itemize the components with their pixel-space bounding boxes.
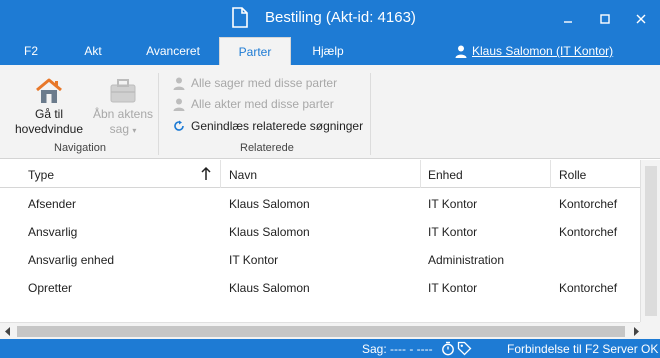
all-acts-button[interactable]: Alle akter med disse parter <box>173 95 334 113</box>
go-home-label-2: hovedvindue <box>14 122 84 136</box>
cell-type: Ansvarlig enhed <box>28 253 115 267</box>
close-icon <box>636 14 646 23</box>
column-header-rolle[interactable]: Rolle <box>559 160 586 188</box>
server-status: Forbindelse til F2 Server OK <box>507 342 659 356</box>
horizontal-scrollbar[interactable] <box>0 322 660 339</box>
menu-f2[interactable]: F2 <box>16 37 46 65</box>
status-bar: Sag: ---- - ---- Forbindelse til F2 Serv… <box>0 339 660 358</box>
cell-type: Opretter <box>28 281 73 295</box>
cell-rolle: Kontorchef <box>559 197 618 211</box>
go-home-label-1: Gå til <box>34 107 63 121</box>
open-case-button[interactable]: Åbn aktens sag ▾ <box>90 77 156 138</box>
vertical-scroll-thumb[interactable] <box>645 166 657 316</box>
reload-related-label: Genindlæs relaterede søgninger <box>191 119 364 133</box>
horizontal-scroll-thumb[interactable] <box>17 326 625 337</box>
table-row[interactable]: Ansvarlig Klaus Salomon IT Kontor Kontor… <box>0 218 640 246</box>
all-acts-label: Alle akter med disse parter <box>191 97 334 111</box>
go-home-button[interactable]: Gå til hovedvindue <box>10 77 88 137</box>
document-icon <box>232 7 248 28</box>
home-icon <box>36 78 62 103</box>
column-header-type[interactable]: Type <box>28 160 54 188</box>
scroll-left-icon[interactable] <box>3 326 13 337</box>
all-cases-label: Alle sager med disse parter <box>191 76 338 90</box>
column-divider[interactable] <box>550 160 551 188</box>
column-header-enhed[interactable]: Enhed <box>428 160 463 188</box>
open-case-label-2: sag ▾ <box>109 122 137 136</box>
refresh-icon <box>174 120 184 131</box>
close-button[interactable] <box>624 0 658 37</box>
sort-ascending-icon <box>201 166 211 180</box>
cell-navn: Klaus Salomon <box>229 281 310 295</box>
cell-navn: Klaus Salomon <box>229 197 310 211</box>
maximize-button[interactable] <box>588 0 622 37</box>
navigation-group-label: Navigation <box>54 142 106 154</box>
column-header-navn[interactable]: Navn <box>229 160 257 188</box>
cell-navn: Klaus Salomon <box>229 225 310 239</box>
cell-enhed: IT Kontor <box>428 281 478 295</box>
cell-enhed: IT Kontor <box>428 225 478 239</box>
related-group-label: Relaterede <box>240 142 294 154</box>
cell-type: Ansvarlig <box>28 225 78 239</box>
stopwatch-icon[interactable] <box>441 341 455 356</box>
user-name: Klaus Salomon (IT Kontor) <box>472 44 614 58</box>
table-row[interactable]: Afsender Klaus Salomon IT Kontor Kontorc… <box>0 190 640 218</box>
cell-enhed: IT Kontor <box>428 197 478 211</box>
tag-icon[interactable] <box>457 341 472 356</box>
briefcase-icon <box>110 79 136 103</box>
case-status: Sag: ---- - ---- <box>362 342 433 356</box>
group-separator <box>158 73 159 155</box>
table-row[interactable]: Ansvarlig enhed IT Kontor Administration <box>0 246 640 274</box>
vertical-scrollbar[interactable] <box>640 160 660 322</box>
person-icon <box>173 98 185 111</box>
parties-table: Type Navn Enhed Rolle Afsender Klaus Sal… <box>0 160 640 322</box>
window-title: Bestiling (Akt-id: 4163) <box>265 9 416 26</box>
group-separator <box>370 73 371 155</box>
menu-parter[interactable]: Parter <box>219 37 291 65</box>
title-bar: Bestiling (Akt-id: 4163) <box>0 0 660 37</box>
menu-hjaelp[interactable]: Hjælp <box>306 37 350 65</box>
column-divider[interactable] <box>420 160 421 188</box>
user-icon <box>455 45 467 58</box>
cell-rolle: Kontorchef <box>559 225 618 239</box>
table-header: Type Navn Enhed Rolle <box>0 160 640 188</box>
table-row[interactable]: Opretter Klaus Salomon IT Kontor Kontorc… <box>0 274 640 302</box>
scrollbar-corner <box>640 322 660 339</box>
minimize-icon <box>564 20 572 23</box>
cell-type: Afsender <box>28 197 77 211</box>
cell-rolle: Kontorchef <box>559 281 618 295</box>
menu-akt[interactable]: Akt <box>75 37 111 65</box>
dropdown-arrow-icon: ▾ <box>132 126 137 135</box>
all-cases-button[interactable]: Alle sager med disse parter <box>173 74 337 92</box>
cell-navn: IT Kontor <box>229 253 279 267</box>
ribbon: Gå til hovedvindue Åbn aktens sag ▾ Navi… <box>0 65 660 159</box>
cell-enhed: Administration <box>428 253 505 267</box>
open-case-label-1: Åbn aktens <box>92 107 154 121</box>
column-divider[interactable] <box>220 160 221 188</box>
user-link[interactable]: Klaus Salomon (IT Kontor) <box>455 44 613 58</box>
reload-related-button[interactable]: Genindlæs relaterede søgninger <box>173 117 363 135</box>
menu-bar: F2 Akt Avanceret Parter Hjælp Klaus Salo… <box>0 37 660 65</box>
maximize-icon <box>600 13 610 24</box>
minimize-button[interactable] <box>551 0 585 37</box>
menu-avanceret[interactable]: Avanceret <box>137 37 209 65</box>
person-icon <box>173 77 185 90</box>
